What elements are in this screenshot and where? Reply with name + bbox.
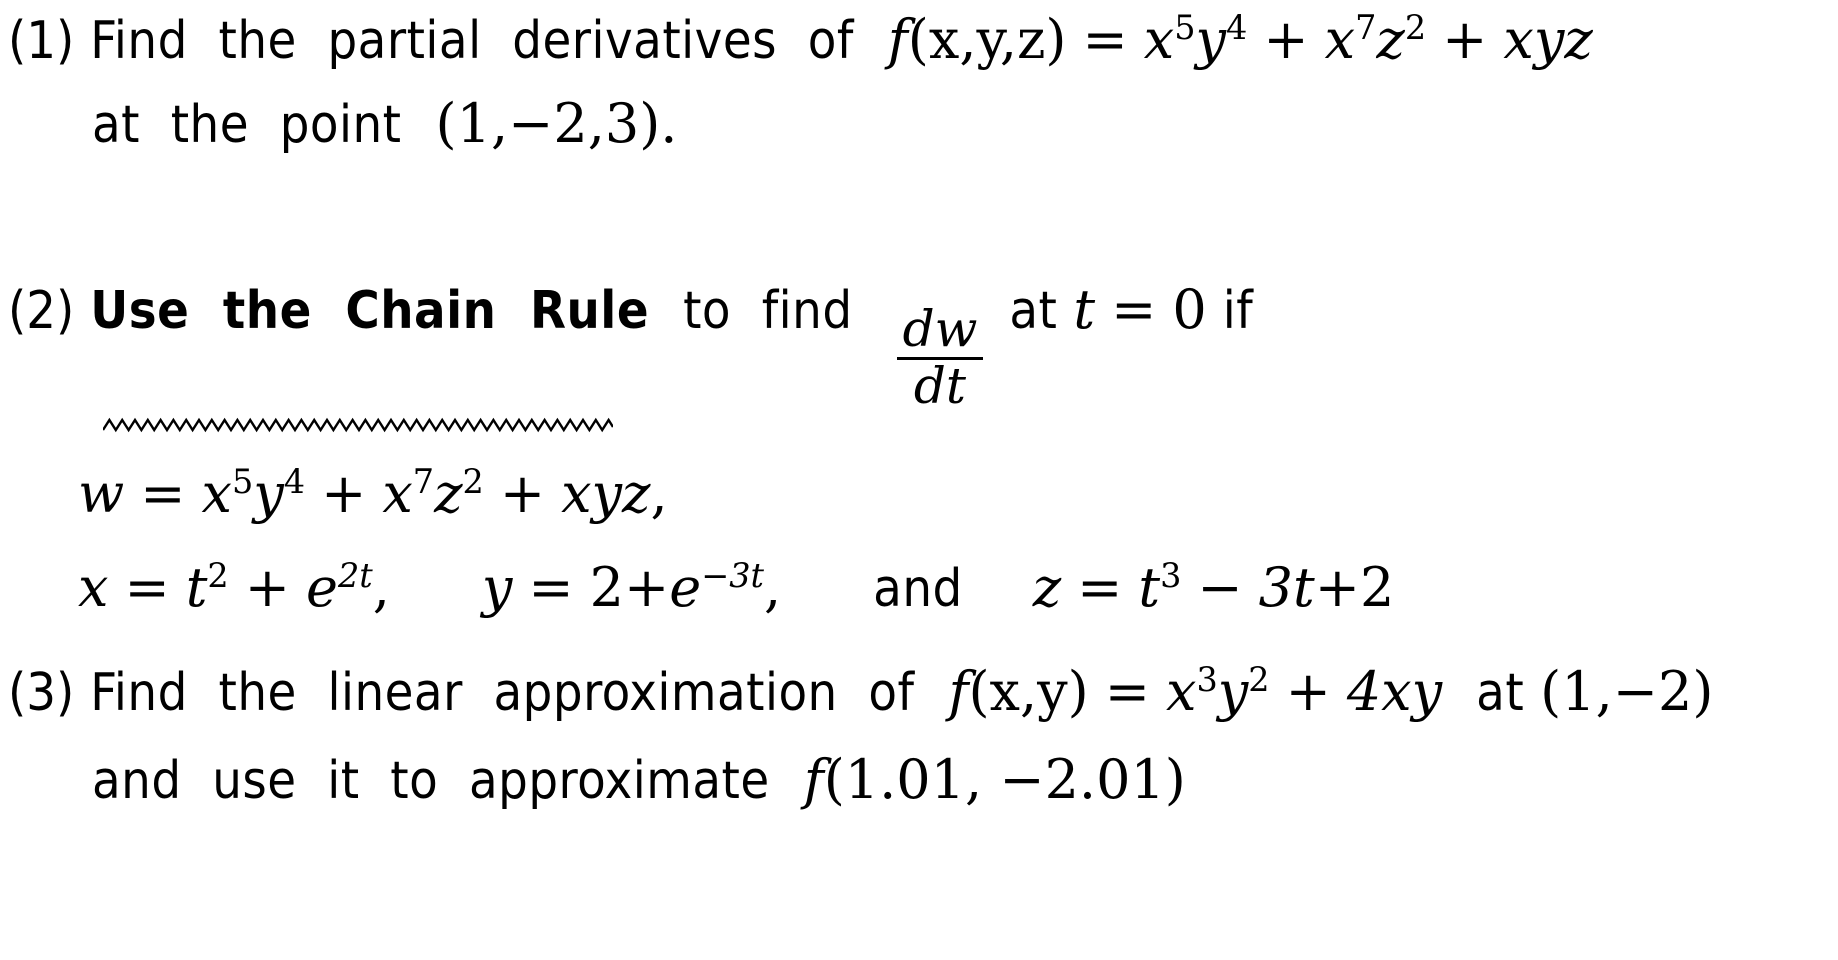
problem-3-text-at: at: [1476, 663, 1525, 723]
fraction-denominator: dt: [913, 357, 967, 415]
problem-2-number: (2): [8, 281, 75, 341]
fraction-numerator: dw: [902, 300, 978, 358]
problem-1-line-2: at the point (1,−2,3).: [92, 92, 677, 155]
problem-1-number: (1): [8, 11, 75, 71]
problem-1-expression: f(x,y,z) = x5y4 + x7z2 + xyz: [887, 8, 1593, 71]
problem-1-point: (1,−2,3).: [435, 92, 678, 155]
problem-2-w-definition: w = x5y4 + x7z2 + xyz,: [78, 462, 668, 525]
worksheet-page: (1) Find the partial derivatives of f(x,…: [0, 0, 1838, 960]
problem-2-text-if: if: [1222, 281, 1254, 341]
problem-3-line-1: (3) Find the linear approximation of f(x…: [8, 660, 1713, 723]
problem-3-number: (3): [8, 663, 75, 723]
problem-2-line-1: (2) Use the Chain Rule to find dw dt at …: [8, 278, 1254, 412]
problem-3-evaluation: f(1.01, −2.01): [803, 748, 1186, 811]
problem-2-text-to-find: to find: [683, 281, 853, 341]
problem-3-text-b: and use it to approximate: [92, 751, 770, 811]
problem-1-text-a: Find the partial derivatives of: [90, 11, 854, 71]
problem-2-line-xyz: x = t2 + e2t, y = 2+e−3t, and z = t3−3t+2: [78, 556, 1394, 619]
problem-1-text-b: at the point: [92, 95, 402, 155]
problem-3-expression: f(x,y) = x3y2 +4xy: [948, 660, 1443, 723]
derivative-fraction-dw-dt: dw dt: [896, 300, 984, 415]
problem-1-line-1: (1) Find the partial derivatives of f(x,…: [8, 8, 1593, 71]
problem-2-x-definition: x = t2 + e2t,: [78, 556, 390, 619]
problem-2-text-and: and: [873, 559, 963, 619]
problem-2-line-w: w = x5y4 + x7z2 + xyz,: [78, 462, 668, 525]
problem-2-t-condition: t = 0: [1073, 278, 1207, 341]
problem-3-line-2: and use it to approximate f(1.01, −2.01): [92, 748, 1186, 811]
problem-2-y-definition: y = 2+e−3t,: [481, 556, 782, 619]
problem-2-z-definition: z = t3−3t+2: [1032, 556, 1395, 619]
problem-3-point: (1,−2): [1540, 660, 1714, 723]
problem-2-emphasis-chain-rule: Use the Chain Rule: [90, 281, 650, 341]
problem-3-text-a: Find the linear approximation of: [90, 663, 915, 723]
squiggly-underline-icon: [103, 417, 613, 433]
problem-2-text-at: at: [1009, 281, 1058, 341]
